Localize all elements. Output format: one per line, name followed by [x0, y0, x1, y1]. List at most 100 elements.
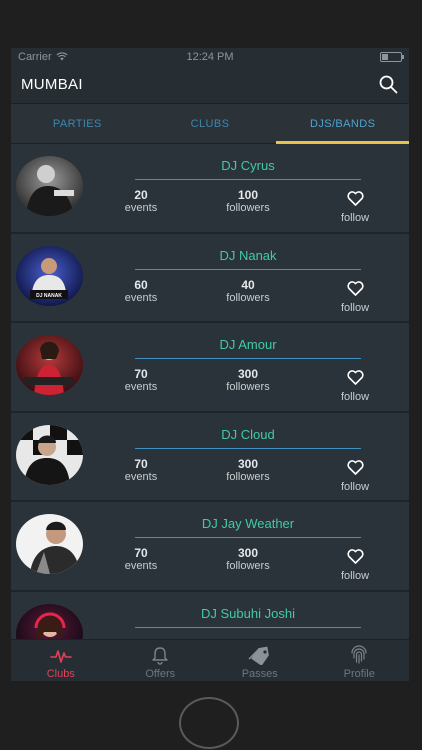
follow-label: follow — [340, 570, 370, 583]
followers-count: 40 — [241, 277, 255, 292]
wifi-icon — [56, 52, 68, 61]
events-count: 70 — [134, 367, 148, 382]
events-count: 70 — [134, 546, 148, 561]
followers-label: followers — [226, 560, 270, 573]
followers-label: followers — [226, 291, 270, 304]
status-bar: Carrier 12:24 PM — [11, 48, 409, 65]
dj-name[interactable]: DJ Amour — [135, 337, 361, 352]
pulse-icon — [49, 650, 72, 663]
dj-name[interactable]: DJ Nanak — [135, 248, 361, 263]
fingerprint-icon — [351, 645, 367, 664]
events-label: events — [124, 560, 158, 573]
city-selector[interactable]: MUMBAI — [21, 76, 83, 93]
events-count: 20 — [134, 188, 148, 202]
heart-icon — [346, 460, 364, 475]
dj-avatar — [16, 514, 83, 575]
nav-clubs[interactable]: Clubs — [11, 640, 111, 681]
follow-label: follow — [340, 480, 370, 493]
row-divider — [135, 626, 361, 628]
heart-icon — [346, 549, 364, 565]
tab-djs-bands[interactable]: DJS/BANDS — [276, 104, 409, 144]
nav-label: Clubs — [46, 668, 75, 680]
followers-label: followers — [226, 202, 270, 214]
dj-name[interactable]: DJ Jay Weather — [135, 516, 361, 531]
follow-button[interactable]: follow — [333, 460, 377, 494]
bell-icon — [152, 647, 168, 665]
search-button[interactable] — [377, 73, 399, 95]
dj-list-item[interactable]: DJ Jay Weather 70 events 300 followers f… — [11, 502, 409, 592]
nav-passes[interactable]: Passes — [210, 640, 310, 681]
dj-name[interactable]: DJ Subuhi Joshi — [135, 606, 361, 621]
device-home-button[interactable] — [179, 697, 239, 749]
events-label: events — [124, 291, 158, 304]
tab-parties[interactable]: PARTIES — [11, 104, 144, 143]
search-icon — [379, 75, 397, 93]
dj-avatar — [16, 335, 83, 396]
dj-avatar — [16, 424, 83, 485]
follow-button[interactable]: follow — [333, 191, 377, 225]
heart-icon — [346, 191, 364, 206]
dj-list-item[interactable]: DJ Cyrus 20 events 100 followers follow — [11, 144, 409, 234]
status-time: 12:24 PM — [186, 50, 234, 63]
follow-button[interactable]: follow — [333, 280, 377, 315]
followers-label: followers — [226, 470, 270, 483]
nav-label: Profile — [343, 668, 375, 680]
events-count: 70 — [134, 456, 148, 471]
follow-button[interactable]: follow — [333, 549, 377, 583]
follow-label: follow — [340, 212, 370, 224]
followers-count: 300 — [237, 367, 259, 382]
dj-name[interactable]: DJ Cloud — [135, 427, 361, 442]
events-label: events — [124, 381, 158, 394]
dj-avatar — [16, 603, 83, 639]
dj-list-item[interactable]: DJ Amour 70 events 300 followers follow — [11, 323, 409, 413]
followers-stat: 300 followers — [211, 457, 285, 484]
events-label: events — [124, 470, 158, 483]
nav-offers[interactable]: Offers — [111, 640, 211, 681]
followers-stat: 300 followers — [211, 367, 285, 394]
dj-list-item[interactable]: DJ Subuhi Joshi — [11, 591, 409, 639]
row-divider — [135, 537, 361, 539]
followers-stat: 100 followers — [211, 188, 285, 215]
category-tabs: PARTIES CLUBS DJS/BANDS — [11, 103, 409, 144]
row-divider — [135, 447, 361, 449]
nav-label: Offers — [145, 668, 176, 680]
follow-label: follow — [340, 391, 370, 404]
battery-icon — [380, 51, 404, 62]
heart-icon — [346, 370, 364, 385]
events-stat: 20 events — [116, 188, 166, 215]
nav-label: Passes — [241, 668, 278, 680]
events-stat: 70 events — [116, 457, 166, 484]
nav-profile[interactable]: Profile — [310, 640, 410, 681]
dj-list-item[interactable]: DJ NANAK DJ Nanak 60 events 40 followers… — [11, 233, 409, 324]
tag-icon — [248, 646, 269, 665]
dj-avatar: DJ NANAK — [16, 245, 83, 306]
row-divider — [135, 268, 361, 270]
carrier-info: Carrier — [18, 51, 68, 63]
tab-clubs[interactable]: CLUBS — [144, 104, 277, 143]
events-stat: 60 events — [116, 278, 166, 305]
dj-list[interactable]: DJ Cyrus 20 events 100 followers follow — [11, 144, 409, 639]
events-label: events — [124, 202, 158, 214]
follow-button[interactable]: follow — [333, 370, 377, 404]
bottom-navigation: Clubs Offers Passes Profile — [11, 639, 409, 681]
top-header: MUMBAI — [11, 65, 409, 103]
events-count: 60 — [134, 277, 148, 292]
row-divider — [135, 179, 361, 180]
followers-label: followers — [226, 381, 270, 394]
row-divider — [135, 358, 361, 360]
dj-list-item[interactable]: DJ Cloud 70 events 300 followers follow — [11, 412, 409, 503]
dj-avatar — [16, 156, 83, 216]
dj-name[interactable]: DJ Cyrus — [135, 158, 361, 173]
heart-icon — [346, 280, 364, 296]
follow-label: follow — [340, 301, 370, 314]
avatar-logo-text: DJ NANAK — [36, 293, 62, 299]
events-stat: 70 events — [116, 546, 166, 573]
carrier-label: Carrier — [18, 50, 52, 63]
events-stat: 70 events — [116, 367, 166, 394]
followers-count: 300 — [237, 456, 259, 471]
followers-stat: 300 followers — [211, 546, 285, 573]
app-screen: Carrier 12:24 PM MUMBAI PARTIES CLUBS DJ… — [11, 48, 409, 681]
followers-count: 300 — [237, 546, 259, 561]
followers-stat: 40 followers — [211, 278, 285, 305]
followers-count: 100 — [237, 188, 259, 202]
